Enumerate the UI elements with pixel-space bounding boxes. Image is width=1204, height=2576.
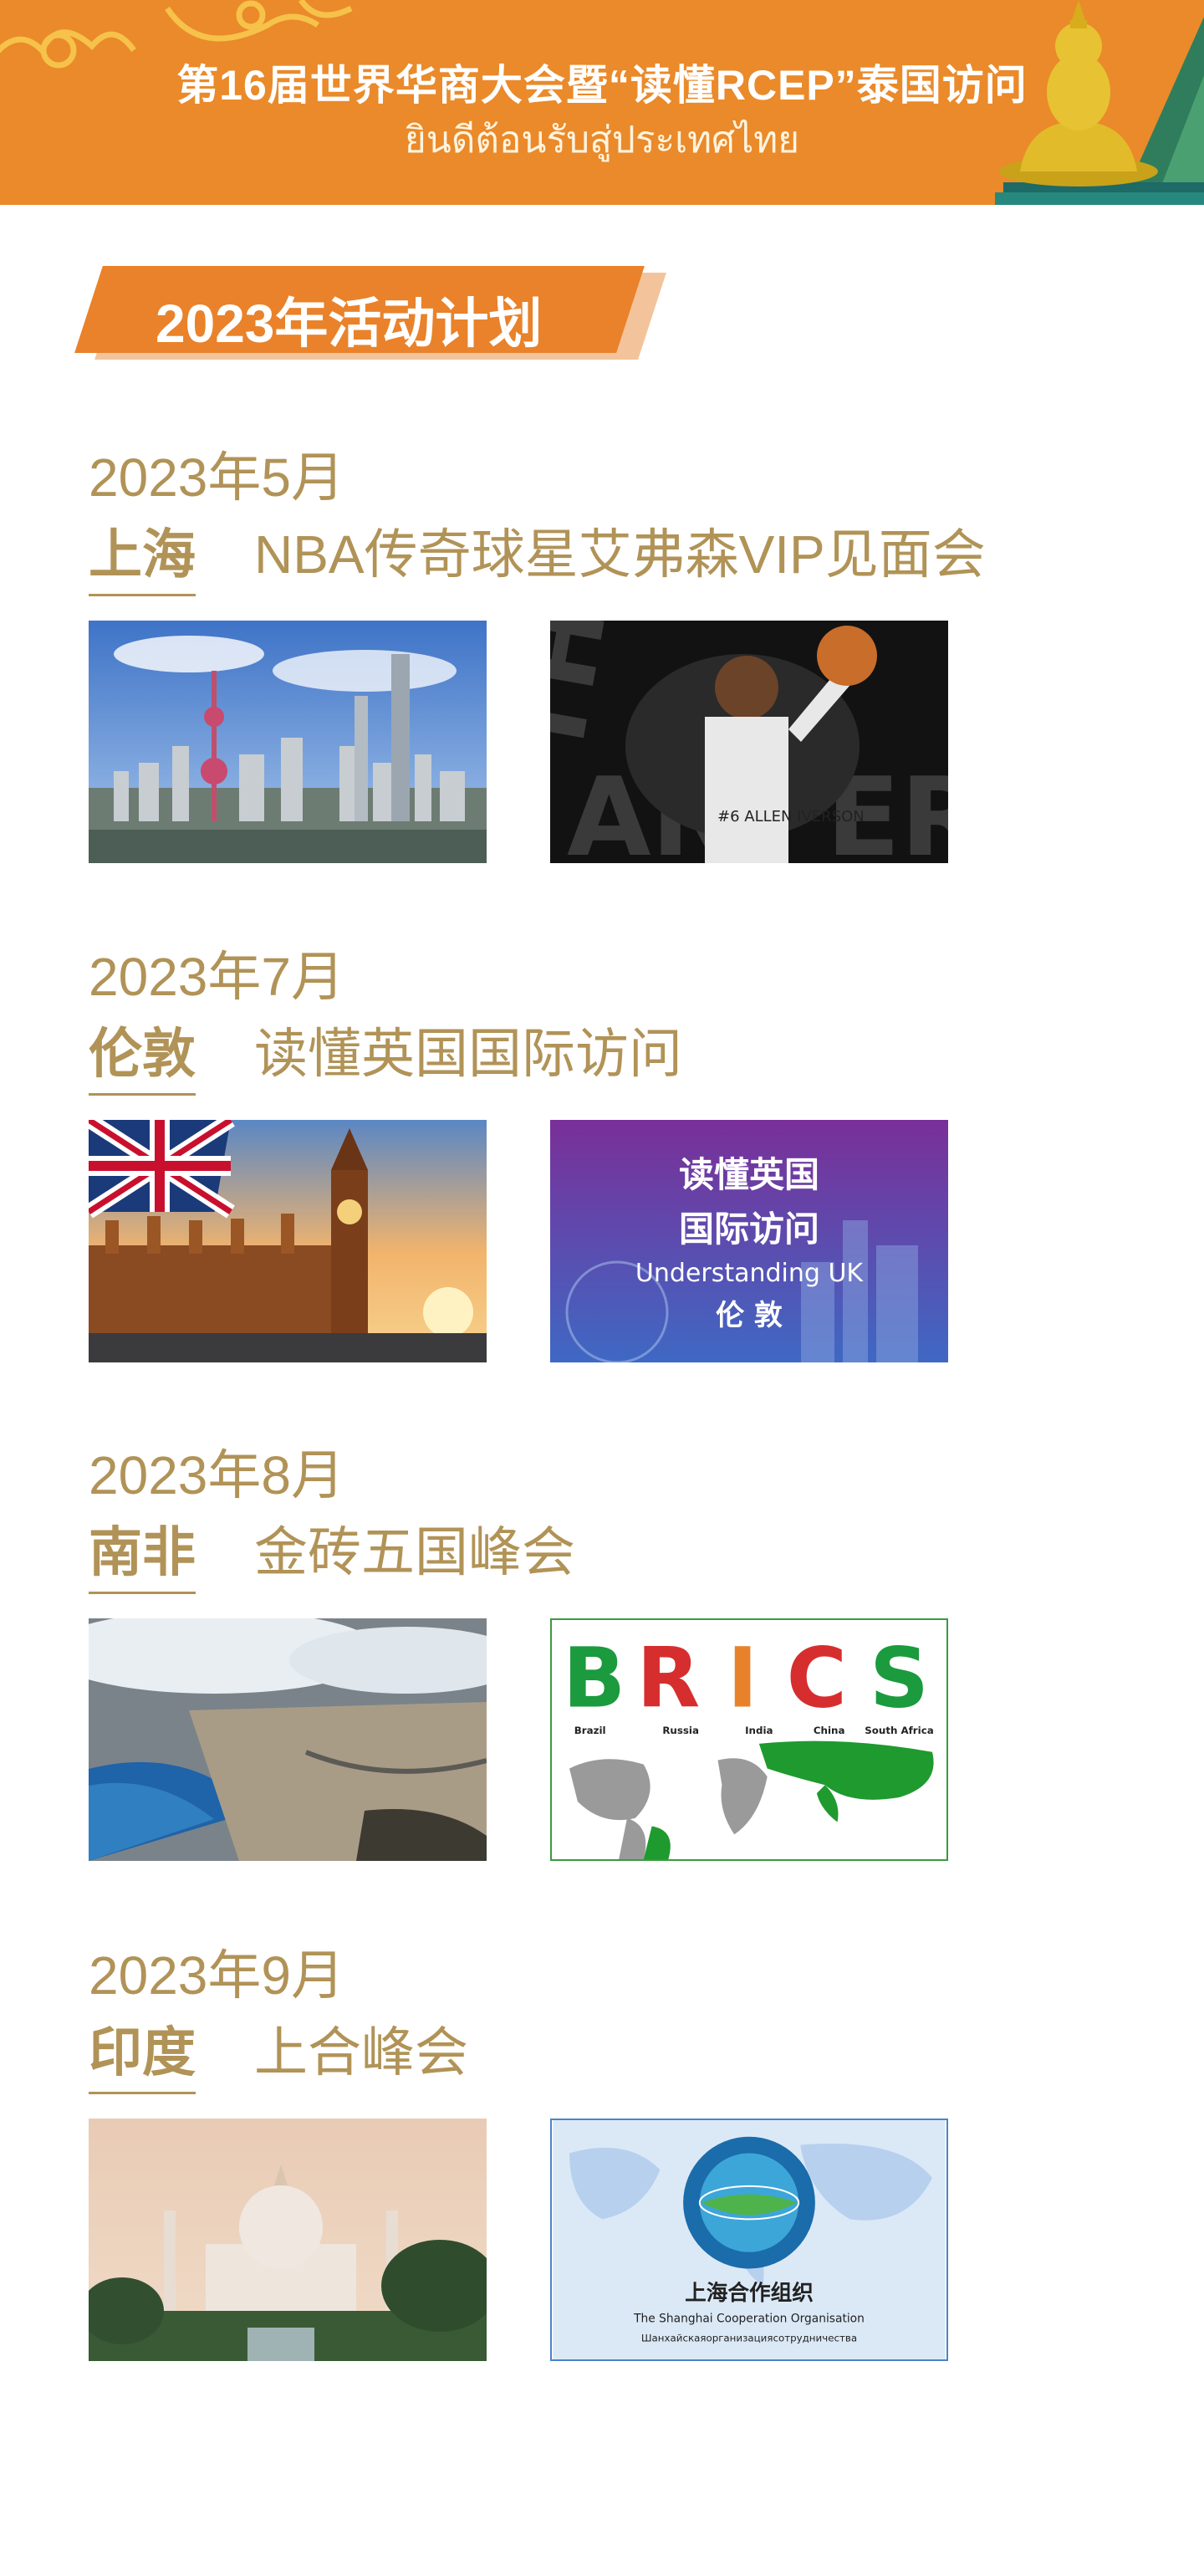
iverson-poster-photo: THE AN ER #6 ALLEN IVERSON (550, 621, 948, 863)
event-city: 伦敦 (89, 1011, 196, 1096)
brics-letter-c: C (787, 1631, 847, 1727)
brics-letter-i: I (727, 1631, 758, 1727)
event-date: 2023年8月 (89, 1445, 344, 1505)
golden-buddha-icon (995, 0, 1204, 205)
sco-name-english: The Shanghai Cooperation Organisation (633, 2313, 865, 2326)
shanghai-skyline-photo (89, 621, 487, 863)
event-name: NBA传奇球星艾弗森VIP见面会 (254, 524, 986, 585)
event-city: 印度 (89, 2010, 196, 2094)
page-header-banner: 第16届世界华商大会暨“读懂RCEP”泰国访问 ยินดีต้อนรับสู่ป… (0, 0, 1204, 205)
event-date: 2023年9月 (89, 1945, 344, 2006)
event-name: 金砖五国峰会 (254, 1522, 575, 1582)
poster-line-1: 读懂英国 (679, 1154, 819, 1195)
event-city: 南非 (89, 1510, 196, 1594)
brics-country-india: India (745, 1725, 773, 1736)
brics-country-south-africa: South Africa (865, 1725, 933, 1736)
taj-mahal-photo (89, 2119, 487, 2361)
brics-map-image: B R I C S Brazil Russia India China Sout… (550, 1618, 948, 1861)
section-banner: 2023年活动计划 (74, 266, 666, 363)
poster-line-4: 伦 敦 (716, 1299, 783, 1332)
big-ben-photo (89, 1120, 487, 1362)
sco-name-chinese: 上海合作组织 (685, 2280, 814, 2306)
brics-letter-s: S (870, 1631, 929, 1727)
event-city: 上海 (89, 512, 196, 596)
jersey-text: #6 ALLEN IVERSON (717, 808, 865, 825)
brics-country-china: China (814, 1725, 845, 1736)
cape-town-aerial-photo (89, 1618, 487, 1861)
brics-country-russia: Russia (662, 1725, 699, 1736)
section-title: 2023年活动计划 (156, 294, 543, 354)
event-date: 2023年7月 (89, 947, 344, 1007)
brics-letter-b: B (563, 1631, 625, 1727)
event-name: 上合峰会 (254, 2022, 468, 2083)
sco-logo-image: 上海合作组织 The Shanghai Cooperation Organisa… (550, 2119, 948, 2361)
poster-line-3: Understanding UK (635, 1259, 865, 1288)
brics-country-brazil: Brazil (574, 1725, 606, 1736)
sco-name-russian: Шанхайскаяорганизациясотрудничества (641, 2332, 857, 2343)
understanding-uk-poster: 读懂英国 国际访问 Understanding UK 伦 敦 (550, 1120, 948, 1362)
event-date: 2023年5月 (89, 447, 344, 508)
brics-letter-r: R (636, 1631, 700, 1727)
poster-line-2: 国际访问 (679, 1209, 819, 1250)
event-name: 读懂英国国际访问 (254, 1024, 682, 1084)
